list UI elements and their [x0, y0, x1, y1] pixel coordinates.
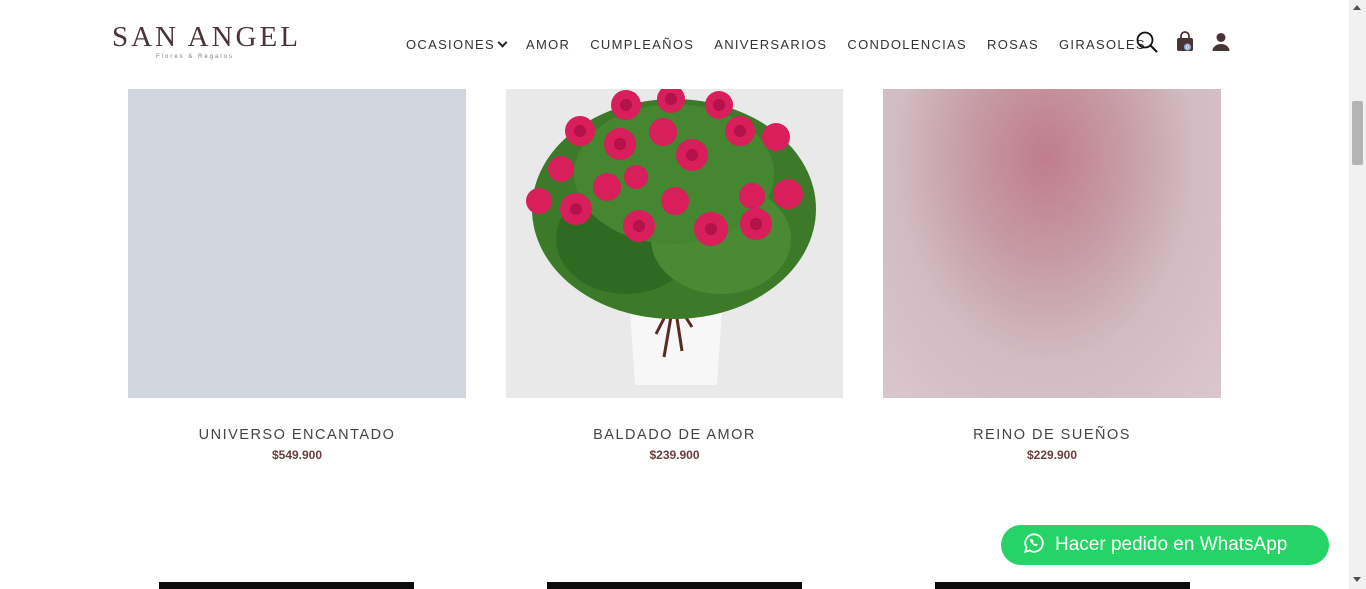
product-price: $549.900: [271, 448, 323, 462]
logo-subtitle: Flores & Regalos: [155, 54, 235, 60]
product-name[interactable]: BALDADO DE AMOR: [506, 427, 843, 443]
nav-item-amor[interactable]: AMOR: [516, 36, 580, 54]
nav-label: GIRASOLES: [1059, 37, 1146, 52]
product-image[interactable]: [128, 89, 466, 398]
product-image[interactable]: [547, 582, 802, 589]
user-icon[interactable]: [1209, 30, 1233, 54]
product-image[interactable]: [159, 582, 414, 589]
product-name[interactable]: REINO DE SUEÑOS: [883, 427, 1221, 443]
site-header: SAN ANGEL Flores & Regalos OCASIONES AMO…: [0, 0, 1349, 89]
scrollbar-thumb[interactable]: [1352, 101, 1363, 165]
logo[interactable]: SAN ANGEL Flores & Regalos: [112, 21, 301, 66]
nav-item-aniversarios[interactable]: ANIVERSARIOS: [704, 36, 837, 54]
product-image[interactable]: [506, 89, 843, 398]
whatsapp-button-label: Hacer pedido en WhatsApp: [1055, 534, 1288, 555]
rose-bouquet-image: [506, 89, 843, 398]
main-nav: OCASIONES AMOR CUMPLEAÑOS ANIVERSARIOS C…: [396, 36, 1156, 54]
nav-label: ANIVERSARIOS: [714, 37, 828, 52]
nav-label: AMOR: [526, 37, 571, 52]
scroll-up-arrow-icon[interactable]: [1353, 5, 1361, 10]
product-price: $239.900: [649, 448, 700, 462]
chevron-down-icon: [497, 37, 508, 48]
product-card[interactable]: BALDADO DE AMOR $239.900: [506, 89, 843, 462]
product-card[interactable]: UNIVERSO ENCANTADO $549.900: [128, 89, 466, 462]
product-image[interactable]: [935, 582, 1190, 589]
nav-item-ocasiones[interactable]: OCASIONES: [396, 36, 516, 54]
nav-label: ROSAS: [987, 37, 1040, 52]
product-price: $229.900: [1026, 448, 1078, 462]
product-image[interactable]: [883, 89, 1221, 398]
nav-item-cumpleanos[interactable]: CUMPLEAÑOS: [580, 36, 704, 54]
nav-label: CUMPLEAÑOS: [590, 37, 695, 52]
logo-text: SAN ANGEL: [112, 21, 301, 53]
nav-item-rosas[interactable]: ROSAS: [977, 36, 1049, 54]
page-scrollbar[interactable]: [1349, 0, 1366, 589]
cart-count: 0: [1186, 45, 1189, 51]
nav-item-condolencias[interactable]: CONDOLENCIAS: [837, 36, 977, 54]
nav-label: CONDOLENCIAS: [847, 37, 967, 52]
nav-label: OCASIONES: [406, 37, 495, 52]
scroll-down-arrow-icon[interactable]: [1353, 577, 1361, 582]
product-name[interactable]: UNIVERSO ENCANTADO: [128, 427, 466, 443]
shopping-bag-icon[interactable]: 0: [1173, 30, 1197, 54]
product-card[interactable]: REINO DE SUEÑOS $229.900: [883, 89, 1221, 462]
search-icon[interactable]: [1135, 30, 1159, 54]
whatsapp-order-button[interactable]: Hacer pedido en WhatsApp: [1001, 525, 1329, 565]
whatsapp-icon: [1023, 532, 1045, 559]
